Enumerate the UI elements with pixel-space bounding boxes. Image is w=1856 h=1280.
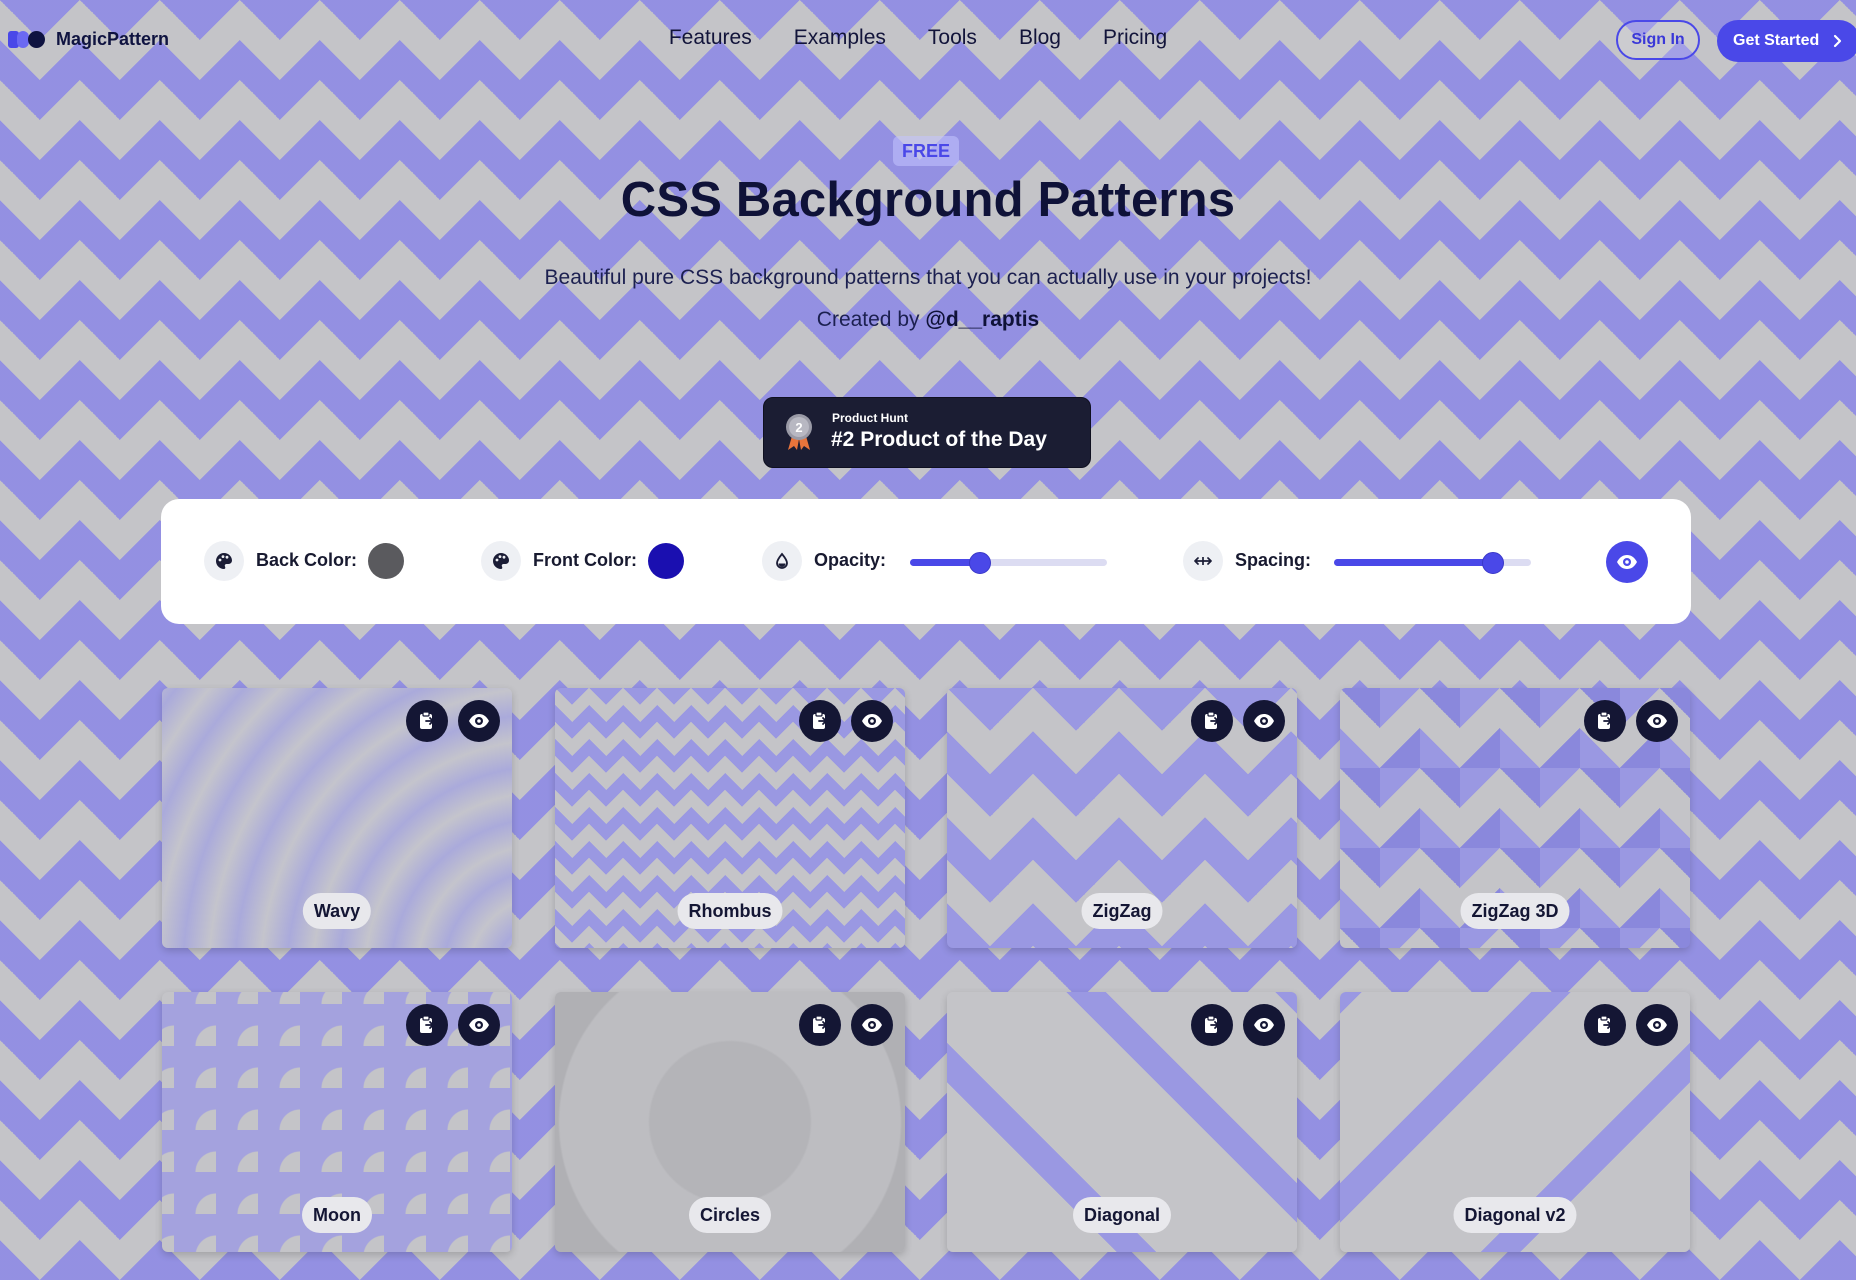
- preview-pattern-button[interactable]: [1636, 700, 1678, 742]
- get-started-button[interactable]: Get Started: [1717, 20, 1856, 62]
- main-nav: Features Examples Tools Blog Pricing: [0, 26, 1856, 50]
- preview-background-button[interactable]: [1606, 541, 1648, 583]
- preview-pattern-button[interactable]: [458, 1004, 500, 1046]
- opacity-slider[interactable]: [910, 552, 1107, 574]
- clipboard-icon: [420, 1015, 435, 1033]
- preview-pattern-button[interactable]: [458, 700, 500, 742]
- spacing-slider[interactable]: [1334, 552, 1531, 574]
- sign-in-button[interactable]: Sign In: [1616, 20, 1700, 60]
- pattern-name: Diagonal: [1072, 1197, 1172, 1233]
- pattern-card-diagonal-v2[interactable]: Diagonal v2: [1340, 992, 1690, 1252]
- pattern-card-moon[interactable]: Moon: [162, 992, 512, 1252]
- product-hunt-label: Product Hunt: [832, 411, 908, 425]
- pattern-name: ZigZag: [1081, 893, 1163, 929]
- copy-css-button[interactable]: [799, 1004, 841, 1046]
- eye-icon: [1254, 1018, 1274, 1032]
- product-hunt-badge[interactable]: 2 Product Hunt #2 Product of the Day: [763, 397, 1091, 468]
- credit-prefix: Created by: [816, 308, 920, 331]
- front-color-label: Front Color:: [533, 550, 637, 570]
- pattern-controls-panel: Back Color: Front Color: Opacity: Spacin…: [161, 499, 1691, 624]
- copy-css-button[interactable]: [1584, 1004, 1626, 1046]
- copy-css-button[interactable]: [406, 1004, 448, 1046]
- pattern-name: Rhombus: [677, 893, 783, 929]
- eye-icon: [1617, 555, 1637, 569]
- pattern-name: Moon: [302, 1197, 372, 1233]
- palette-icon: [481, 541, 521, 581]
- page-subtitle: Beautiful pure CSS background patterns t…: [544, 266, 1312, 289]
- nav-tools[interactable]: Tools: [928, 26, 977, 50]
- pattern-card-zigzag-3d[interactable]: ZigZag 3D: [1340, 688, 1690, 948]
- eye-icon: [862, 1018, 882, 1032]
- pattern-name: Wavy: [302, 893, 372, 929]
- preview-pattern-button[interactable]: [1243, 1004, 1285, 1046]
- preview-pattern-button[interactable]: [851, 700, 893, 742]
- get-started-label: Get Started: [1733, 32, 1820, 49]
- medal-icon: 2: [786, 414, 812, 450]
- clipboard-icon: [813, 711, 828, 729]
- eye-icon: [1647, 1018, 1667, 1032]
- nav-pricing[interactable]: Pricing: [1103, 26, 1167, 50]
- opacity-slider-thumb[interactable]: [968, 552, 991, 574]
- eye-icon: [862, 714, 882, 728]
- pattern-name: ZigZag 3D: [1460, 893, 1570, 929]
- free-badge: FREE: [893, 136, 959, 166]
- clipboard-icon: [1205, 1015, 1220, 1033]
- page-title: CSS Background Patterns: [620, 173, 1236, 227]
- pattern-card-zigzag[interactable]: ZigZag: [947, 688, 1297, 948]
- pattern-card-rhombus[interactable]: Rhombus: [555, 688, 905, 948]
- spacing-label: Spacing:: [1235, 550, 1312, 570]
- spacing-slider-thumb[interactable]: [1481, 552, 1504, 574]
- eye-icon: [1647, 714, 1667, 728]
- medal-rank: 2: [795, 420, 802, 435]
- preview-pattern-button[interactable]: [1243, 700, 1285, 742]
- clipboard-icon: [813, 1015, 828, 1033]
- pattern-card-circles[interactable]: Circles: [555, 992, 905, 1252]
- eye-icon: [469, 714, 489, 728]
- eye-icon: [469, 1018, 489, 1032]
- copy-css-button[interactable]: [406, 700, 448, 742]
- horizontal-arrows-icon: [1183, 541, 1223, 581]
- preview-pattern-button[interactable]: [1636, 1004, 1678, 1046]
- pattern-card-diagonal[interactable]: Diagonal: [947, 992, 1297, 1252]
- back-color-picker[interactable]: [368, 543, 404, 579]
- author-link[interactable]: @d__raptis: [925, 308, 1039, 331]
- clipboard-icon: [1598, 711, 1613, 729]
- front-color-picker[interactable]: [648, 543, 684, 579]
- credit-line: Created by @d__raptis: [0, 308, 1856, 332]
- palette-icon: [204, 541, 244, 581]
- droplet-icon: [762, 541, 802, 581]
- copy-css-button[interactable]: [799, 700, 841, 742]
- chevron-right-icon: [1834, 34, 1842, 48]
- eye-icon: [1254, 714, 1274, 728]
- pattern-name: Diagonal v2: [1453, 1197, 1577, 1233]
- clipboard-icon: [1205, 711, 1220, 729]
- opacity-label: Opacity:: [814, 550, 887, 570]
- nav-examples[interactable]: Examples: [794, 26, 886, 50]
- nav-blog[interactable]: Blog: [1019, 26, 1061, 50]
- copy-css-button[interactable]: [1191, 1004, 1233, 1046]
- clipboard-icon: [1598, 1015, 1613, 1033]
- copy-css-button[interactable]: [1584, 700, 1626, 742]
- pattern-card-wavy[interactable]: Wavy: [162, 688, 512, 948]
- sign-in-label: Sign In: [1631, 31, 1685, 48]
- copy-css-button[interactable]: [1191, 700, 1233, 742]
- product-hunt-award: #2 Product of the Day: [831, 428, 1047, 451]
- spacing-slider-fill: [1334, 559, 1492, 566]
- pattern-name: Circles: [688, 1197, 772, 1233]
- clipboard-icon: [420, 711, 435, 729]
- back-color-label: Back Color:: [256, 550, 358, 570]
- preview-pattern-button[interactable]: [851, 1004, 893, 1046]
- nav-features[interactable]: Features: [669, 26, 752, 50]
